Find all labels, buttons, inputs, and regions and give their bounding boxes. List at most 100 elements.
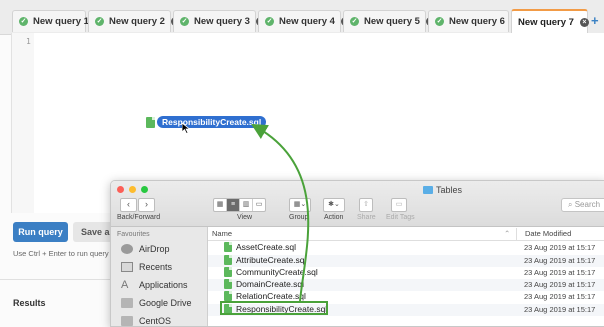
check-icon: ✓	[350, 17, 359, 26]
sql-file-icon	[224, 242, 232, 252]
gallery-view-icon[interactable]: ▭	[253, 199, 265, 211]
tab-label: New query 1	[33, 16, 89, 27]
group-icon: ▦⌄	[293, 201, 307, 208]
plus-icon[interactable]: +	[591, 13, 599, 28]
file-row[interactable]: CommunityCreate.sql 23 Aug 2019 at 15:17	[208, 267, 604, 279]
results-heading: Results	[13, 298, 46, 308]
search-placeholder: Search	[574, 200, 601, 209]
highlight-box	[220, 301, 328, 315]
finder-toolbar: Tables ‹ › Back/Forward ▦ ≡ ▥ ▭ View ▦⌄ …	[111, 181, 604, 227]
sidebar-item-applications[interactable]: A Applications	[121, 279, 188, 291]
column-view-icon[interactable]: ▥	[240, 199, 253, 211]
file-name: CommunityCreate.sql	[236, 267, 318, 277]
finder-window: Tables ‹ › Back/Forward ▦ ≡ ▥ ▭ View ▦⌄ …	[110, 180, 604, 327]
file-name: AttributeCreate.sql	[236, 255, 307, 265]
file-date: 23 Aug 2019 at 15:17	[524, 292, 596, 301]
view-label: View	[237, 214, 253, 221]
sidebar-item-label: Applications	[139, 280, 188, 290]
sql-file-icon	[224, 291, 232, 301]
tab-new-query-5[interactable]: ✓ New query 5 ×	[343, 10, 435, 32]
line-number: 1	[26, 37, 31, 46]
file-date: 23 Aug 2019 at 15:17	[524, 305, 596, 314]
sql-file-icon	[224, 255, 232, 265]
file-row[interactable]: DomainCreate.sql 23 Aug 2019 at 15:17	[208, 279, 604, 291]
tab-label: New query 6	[449, 16, 505, 27]
list-view-icon[interactable]: ≡	[227, 199, 240, 211]
back-button[interactable]: ‹	[120, 198, 137, 212]
gear-icon: ✱⌄	[328, 201, 340, 208]
query-tab-bar: ✓ New query 1 ✓ New query 2 × ✓ New quer…	[0, 0, 604, 35]
action-button[interactable]: ✱⌄	[323, 198, 345, 212]
tab-new-query-1[interactable]: ✓ New query 1	[12, 10, 89, 32]
group-label: Group	[289, 214, 309, 221]
check-icon: ✓	[265, 17, 274, 26]
edit-tags-button[interactable]: ▭	[391, 198, 407, 212]
tab-new-query-4[interactable]: ✓ New query 4 ×	[258, 10, 350, 32]
minimize-window-button[interactable]	[129, 186, 136, 193]
dragged-file[interactable]: ResponsibilityCreate.sql	[146, 116, 267, 128]
favourites-heading: Favourites	[117, 231, 150, 238]
tab-label: New query 5	[364, 16, 420, 27]
tab-label: New query 4	[279, 16, 335, 27]
check-icon: ✓	[19, 17, 28, 26]
close-icon[interactable]: ×	[579, 18, 589, 27]
sidebar-item-label: Recents	[139, 262, 173, 272]
file-date: 23 Aug 2019 at 15:17	[524, 280, 596, 289]
tab-new-query-2[interactable]: ✓ New query 2 ×	[88, 10, 180, 32]
tab-label: New query 7	[518, 17, 574, 28]
airdrop-icon	[121, 244, 133, 254]
close-window-button[interactable]	[117, 186, 124, 193]
finder-search-field[interactable]: ⌕ Search	[561, 198, 604, 212]
column-name[interactable]: Name	[212, 229, 232, 238]
line-gutter: 1	[12, 33, 34, 213]
sidebar-item-label: Google Drive	[139, 298, 192, 308]
sql-file-icon	[146, 116, 155, 128]
tab-label: New query 3	[194, 16, 250, 27]
check-icon: ✓	[180, 17, 189, 26]
sort-ascending-icon: ⌃	[504, 229, 511, 238]
action-label: Action	[324, 214, 344, 221]
check-icon: ✓	[95, 17, 104, 26]
share-icon: ⇧	[363, 201, 369, 208]
sidebar-item-label: AirDrop	[139, 244, 170, 254]
sidebar-item-google-drive[interactable]: Google Drive	[121, 298, 192, 308]
folder-icon	[423, 186, 433, 194]
dragged-file-label: ResponsibilityCreate.sql	[157, 116, 267, 128]
sql-file-icon	[224, 279, 232, 289]
search-icon: ⌕	[568, 200, 573, 209]
forward-button[interactable]: ›	[138, 198, 155, 212]
sidebar-item-recents[interactable]: Recents	[121, 262, 172, 272]
folder-icon	[121, 298, 133, 308]
group-button[interactable]: ▦⌄	[289, 198, 311, 212]
zoom-window-button[interactable]	[141, 186, 148, 193]
tab-label: New query 2	[109, 16, 165, 27]
check-icon: ✓	[435, 17, 444, 26]
tab-new-query-3[interactable]: ✓ New query 3 ×	[173, 10, 265, 32]
file-date: 23 Aug 2019 at 15:17	[524, 268, 596, 277]
file-row[interactable]: AssetCreate.sql 23 Aug 2019 at 15:17	[208, 242, 604, 254]
run-query-button[interactable]: Run query	[13, 222, 68, 242]
tab-new-query-7[interactable]: New query 7 ×	[511, 9, 589, 34]
run-hint: Use Ctrl + Enter to run query	[13, 249, 109, 258]
file-name: DomainCreate.sql	[236, 279, 305, 289]
view-switcher[interactable]: ▦ ≡ ▥ ▭	[213, 198, 266, 212]
finder-sidebar: Favourites AirDrop Recents A Application…	[111, 227, 208, 326]
mouse-pointer-icon	[182, 123, 190, 134]
finder-title-text: Tables	[436, 185, 463, 195]
share-label: Share	[357, 214, 376, 221]
back-forward-label: Back/Forward	[117, 214, 161, 221]
sidebar-item-airdrop[interactable]: AirDrop	[121, 244, 170, 254]
file-name: RelationCreate.sql	[236, 291, 306, 301]
recents-icon	[121, 262, 133, 272]
file-date: 23 Aug 2019 at 15:17	[524, 256, 596, 265]
applications-icon: A	[121, 279, 129, 291]
file-list-header: Name ⌃ Date Modified	[208, 227, 604, 241]
icon-view-icon[interactable]: ▦	[214, 199, 227, 211]
divider	[0, 279, 120, 280]
column-date-modified[interactable]: Date Modified	[516, 228, 571, 240]
file-name: AssetCreate.sql	[236, 242, 296, 252]
tab-new-query-6[interactable]: ✓ New query 6 ×	[428, 10, 520, 32]
finder-title: Tables	[423, 185, 462, 195]
file-row[interactable]: AttributeCreate.sql 23 Aug 2019 at 15:17	[208, 255, 604, 267]
share-button[interactable]: ⇧	[359, 198, 373, 212]
